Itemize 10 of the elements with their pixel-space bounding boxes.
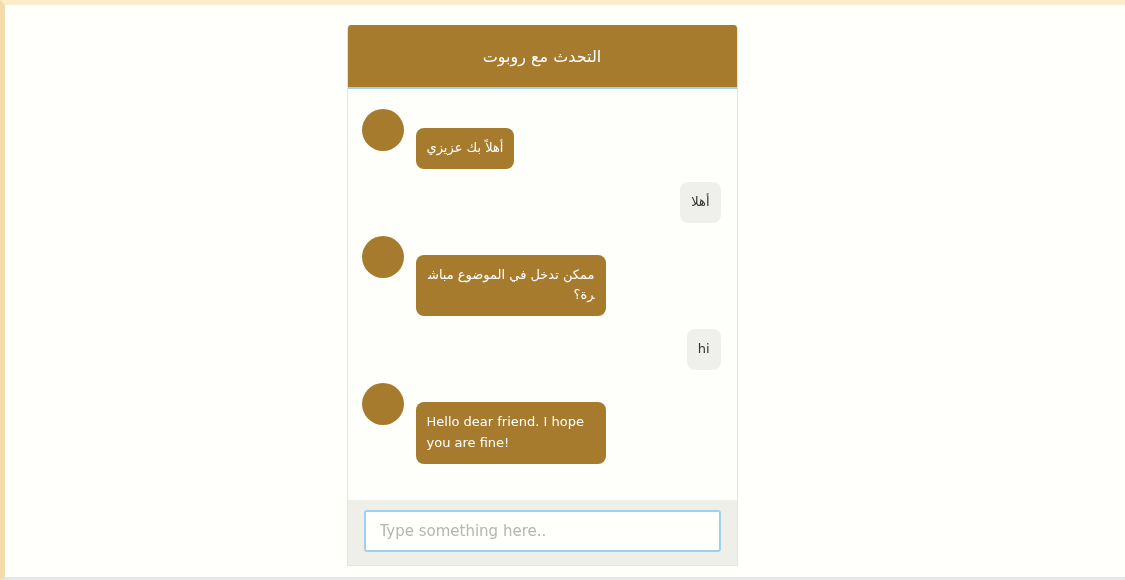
chat-title: التحدث مع روبوت [482,46,602,66]
bot-avatar [361,383,404,425]
bot-avatar [361,235,404,278]
bot-message: Hello dear friend. I hope you are fine! [415,402,606,464]
user-message: hi [686,329,721,370]
user-message: أهلا [680,181,721,223]
bot-message: أهلاً بك عزيزي [415,128,515,169]
bot-avatar [361,109,404,151]
bot-message: ممكن تدخل في الموضوع مباشرة؟ [415,254,606,317]
message-input[interactable]: Type something here.. [363,510,721,552]
